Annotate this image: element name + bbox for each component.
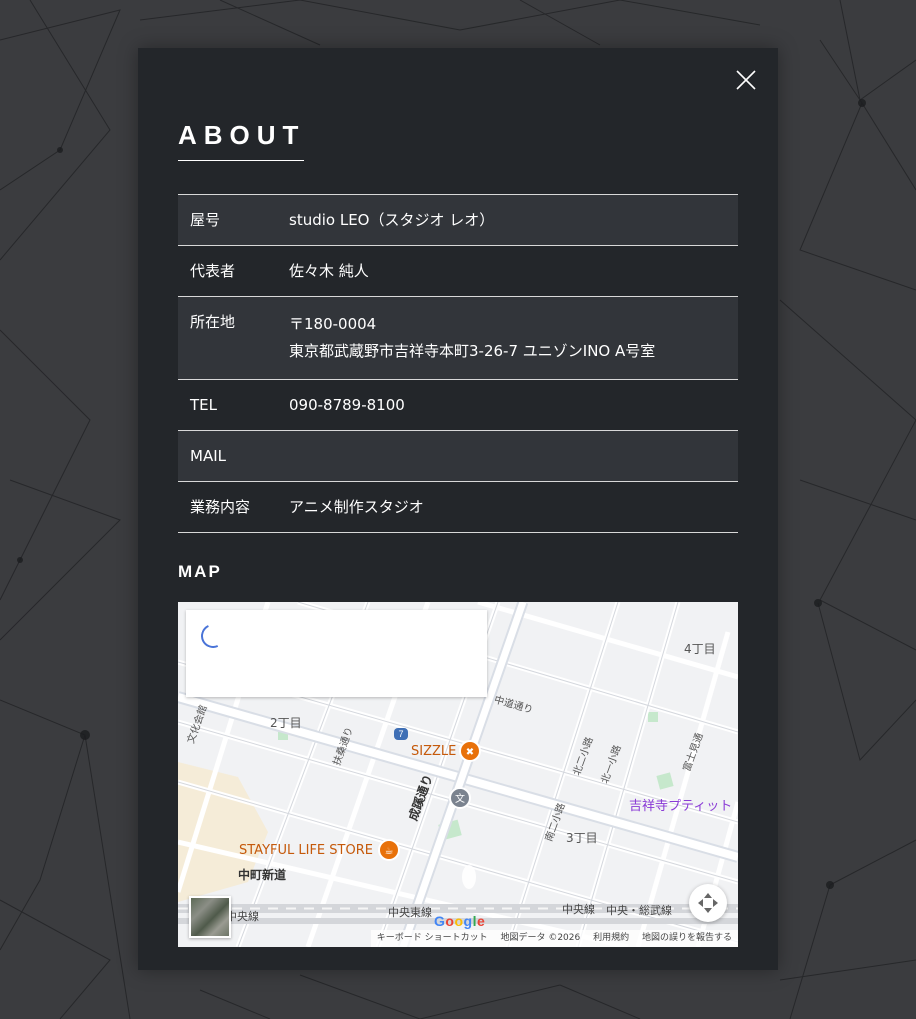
report-error-link[interactable]: 地図の誤りを報告する (642, 933, 732, 943)
row-value (289, 431, 738, 482)
map-label-4chome: 4丁目 (684, 642, 716, 656)
terms-link[interactable]: 利用規約 (593, 933, 629, 943)
row-label: 所在地 (190, 313, 236, 331)
map-label-nakamachi: 中町新道 (238, 868, 287, 882)
about-title: ABOUT (178, 120, 306, 150)
map-label-chuo-tozai-line: 中央東線 (388, 906, 432, 919)
map-label-2chome: 2丁目 (270, 716, 302, 730)
table-row-address: 所在地 〒180-0004 東京都武蔵野市吉祥寺本町3-26-7 ユニゾンINO… (178, 296, 738, 380)
map-data-text: 地図データ ©2026 (500, 933, 581, 943)
map-label-chuo-sobu-line: 中央・総武線 (606, 904, 672, 917)
map-label-sizzle[interactable]: SIZZLE (411, 744, 456, 759)
map-label-kichijoji-boutique[interactable]: 吉祥寺プティット (629, 795, 732, 814)
map-attribution-bar: キーボード ショートカット 地図データ ©2026 利用規約 地図の誤りを報告す… (370, 930, 738, 947)
svg-text:✖: ✖ (466, 747, 474, 758)
row-label: 業務内容 (190, 498, 251, 516)
table-row-business: 業務内容 アニメ制作スタジオ (178, 481, 738, 533)
row-value: 〒180-0004 東京都武蔵野市吉祥寺本町3-26-7 ユニゾンINO A号室 (289, 297, 738, 380)
map-label-stayful[interactable]: STAYFUL LIFE STORE (239, 843, 373, 858)
google-logo: Google (434, 913, 486, 929)
about-modal: ABOUT 屋号 studio LEO（スタジオ レオ） 代表者 佐々木 純人 … (138, 48, 778, 970)
row-label: MAIL (190, 447, 226, 465)
map-label-3chome: 3丁目 (566, 831, 598, 845)
table-row-trade-name: 屋号 studio LEO（スタジオ レオ） (178, 194, 738, 246)
table-row-mail: MAIL (178, 430, 738, 482)
fullscreen-icon (698, 893, 718, 913)
close-icon[interactable] (734, 68, 758, 92)
title-underline (178, 160, 304, 161)
table-row-tel: TEL 090-8789-8100 (178, 379, 738, 431)
row-value: 090-8789-8100 (289, 396, 405, 414)
company-info-table: 屋号 studio LEO（スタジオ レオ） 代表者 佐々木 純人 所在地 〒1… (178, 194, 738, 533)
row-label: 代表者 (190, 262, 236, 280)
satellite-toggle-button[interactable] (189, 896, 231, 938)
map-loading-panel (186, 610, 487, 697)
row-label: TEL (190, 396, 217, 414)
map-label-chuo-line-right: 中央線 (562, 903, 595, 916)
row-value: 佐々木 純人 (289, 262, 369, 280)
row-label: 屋号 (190, 211, 221, 229)
keyboard-shortcuts-link[interactable]: キーボード ショートカット (377, 933, 488, 943)
svg-text:文: 文 (455, 792, 465, 805)
google-map[interactable]: 7 ✖ ☕ 文 4丁目 2丁目 3丁目 SIZZLE STAYFUL LIFE … (178, 602, 738, 947)
street-address: 東京都武蔵野市吉祥寺本町3-26-7 ユニゾンINO A号室 (289, 342, 656, 360)
map-heading: MAP (178, 562, 222, 581)
postal-code: 〒180-0004 (289, 315, 377, 333)
row-value: アニメ制作スタジオ (289, 498, 424, 516)
table-row-representative: 代表者 佐々木 純人 (178, 245, 738, 297)
fullscreen-button[interactable] (689, 884, 727, 922)
svg-text:☕: ☕ (385, 846, 394, 857)
loading-spinner-icon (197, 620, 229, 652)
svg-text:7: 7 (398, 729, 403, 739)
row-value: studio LEO（スタジオ レオ） (289, 211, 495, 229)
